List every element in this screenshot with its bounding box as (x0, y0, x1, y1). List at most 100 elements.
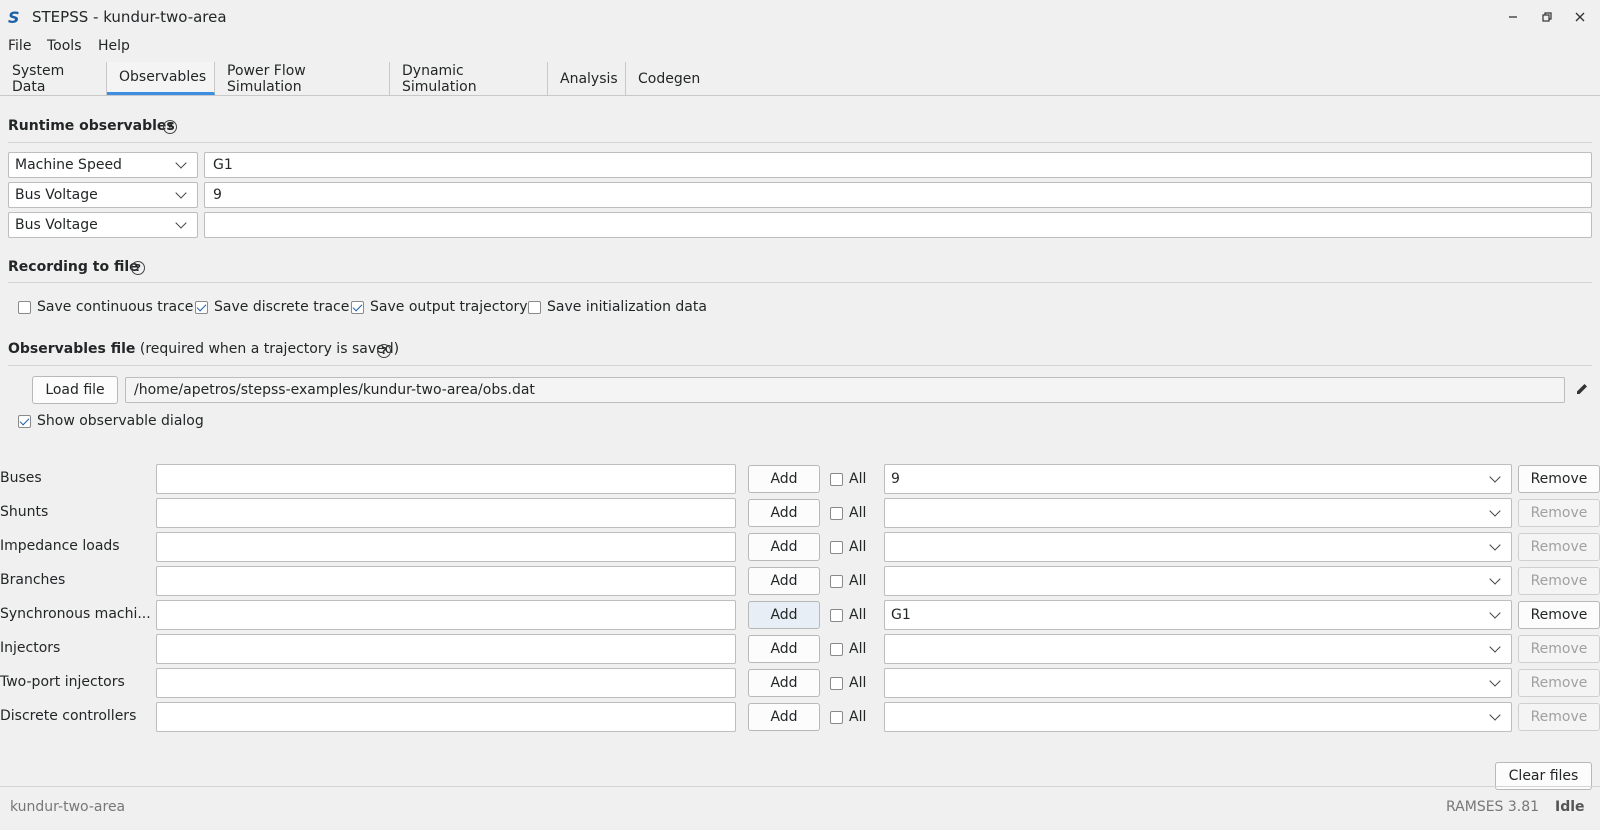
selected-elements-select-discrete-controllers[interactable] (884, 702, 1512, 732)
divider (8, 282, 1592, 283)
add-button[interactable]: Add (748, 465, 820, 493)
edit-pencil-icon[interactable] (1574, 381, 1592, 399)
checkbox-box[interactable] (830, 676, 843, 690)
menu-tools[interactable]: Tools (47, 38, 82, 54)
save-continuous-trace-checkbox[interactable]: Save continuous trace (18, 299, 193, 315)
help-icon[interactable]: ? (163, 120, 177, 134)
element-input-impedance-loads[interactable] (156, 532, 736, 562)
checkbox-box[interactable] (830, 506, 843, 520)
selected-elements-select-shunts[interactable] (884, 498, 1512, 528)
all-checkbox[interactable]: All (830, 709, 866, 725)
checkbox-label: Save discrete trace (214, 299, 350, 315)
selected-elements-select-buses[interactable]: 9 (884, 464, 1512, 494)
save-output-trajectory-checkbox[interactable]: Save output trajectory (351, 299, 528, 315)
checkbox-box[interactable] (830, 710, 843, 724)
checkbox-box[interactable] (528, 300, 541, 314)
close-icon[interactable] (1570, 7, 1590, 27)
observable-id-input-1[interactable]: G1 (204, 152, 1592, 178)
remove-button[interactable]: Remove (1518, 533, 1600, 561)
all-checkbox[interactable]: All (830, 675, 866, 691)
selected-elements-select-synchronous-machi[interactable]: G1 (884, 600, 1512, 630)
add-button[interactable]: Add (748, 533, 820, 561)
chevron-down-icon (175, 156, 187, 169)
chevron-down-icon (1489, 504, 1501, 517)
tab-dynamic-simulation[interactable]: Dynamic Simulation (390, 62, 548, 95)
all-checkbox[interactable]: All (830, 573, 866, 589)
restore-icon[interactable] (1537, 7, 1557, 27)
remove-button[interactable]: Remove (1518, 601, 1600, 629)
element-input-branches[interactable] (156, 566, 736, 596)
checkbox-box[interactable] (18, 300, 31, 314)
all-checkbox[interactable]: All (830, 505, 866, 521)
observable-type-value: Bus Voltage (15, 187, 98, 203)
checkbox-box[interactable] (830, 574, 843, 588)
element-input-injectors[interactable] (156, 634, 736, 664)
show-observable-dialog-checkbox[interactable]: Show observable dialog (18, 413, 204, 429)
tab-analysis[interactable]: Analysis (548, 62, 626, 95)
element-input-two-port-injectors[interactable] (156, 668, 736, 698)
all-checkbox[interactable]: All (830, 471, 866, 487)
menu-file[interactable]: File (8, 38, 31, 54)
checkbox-box[interactable] (830, 472, 843, 486)
add-button[interactable]: Add (748, 669, 820, 697)
checkbox-box[interactable] (351, 300, 364, 314)
element-input-discrete-controllers[interactable] (156, 702, 736, 732)
chevron-down-icon (1489, 606, 1501, 619)
save-initialization-data-checkbox[interactable]: Save initialization data (528, 299, 707, 315)
add-button[interactable]: Add (748, 703, 820, 731)
help-icon[interactable]: ? (131, 261, 145, 275)
remove-button[interactable]: Remove (1518, 567, 1600, 595)
menu-help[interactable]: Help (98, 38, 130, 54)
chevron-down-icon (1489, 640, 1501, 653)
selected-elements-select-impedance-loads[interactable] (884, 532, 1512, 562)
tab-power-flow-simulation[interactable]: Power Flow Simulation (215, 62, 390, 95)
add-button[interactable]: Add (748, 635, 820, 663)
element-input-synchronous-machi[interactable] (156, 600, 736, 630)
observables-file-title: Observables file (8, 341, 136, 357)
add-button[interactable]: Add (748, 601, 820, 629)
observable-id-input-2[interactable]: 9 (204, 182, 1592, 208)
all-checkbox[interactable]: All (830, 539, 866, 555)
selected-element-value: G1 (891, 607, 911, 623)
checkbox-label: Save continuous trace (37, 299, 194, 315)
save-discrete-trace-checkbox[interactable]: Save discrete trace (195, 299, 349, 315)
checkbox-box[interactable] (830, 642, 843, 656)
recording-title: Recording to file (8, 259, 139, 275)
checkbox-box[interactable] (830, 608, 843, 622)
checkbox-box[interactable] (18, 414, 31, 428)
minimize-icon[interactable] (1503, 7, 1523, 27)
checkbox-label: All (849, 505, 867, 521)
load-file-button[interactable]: Load file (32, 376, 118, 404)
element-input-buses[interactable] (156, 464, 736, 494)
observable-type-select-1[interactable]: Machine Speed (8, 152, 198, 178)
remove-button[interactable]: Remove (1518, 465, 1600, 493)
observable-type-select-3[interactable]: Bus Voltage (8, 212, 198, 238)
add-button[interactable]: Add (748, 499, 820, 527)
add-button[interactable]: Add (748, 567, 820, 595)
checkbox-box[interactable] (830, 540, 843, 554)
element-label-injectors: Injectors (0, 640, 61, 656)
selected-elements-select-branches[interactable] (884, 566, 1512, 596)
remove-button[interactable]: Remove (1518, 499, 1600, 527)
observables-file-subtitle: (required when a trajectory is saved) (139, 341, 400, 357)
chevron-down-icon (175, 186, 187, 199)
tab-system-data[interactable]: System Data (0, 62, 107, 95)
help-icon[interactable]: ? (377, 344, 391, 358)
checkbox-box[interactable] (195, 300, 208, 314)
selected-elements-select-two-port-injectors[interactable] (884, 668, 1512, 698)
element-input-shunts[interactable] (156, 498, 736, 528)
all-checkbox[interactable]: All (830, 607, 866, 623)
remove-button[interactable]: Remove (1518, 669, 1600, 697)
all-checkbox[interactable]: All (830, 641, 866, 657)
selected-element-value: 9 (891, 471, 900, 487)
remove-button[interactable]: Remove (1518, 635, 1600, 663)
status-state: Idle (1555, 799, 1585, 815)
observable-type-select-2[interactable]: Bus Voltage (8, 182, 198, 208)
title-bar: S STEPSS - kundur-two-area (0, 0, 1600, 34)
observable-id-input-3[interactable] (204, 212, 1592, 238)
selected-elements-select-injectors[interactable] (884, 634, 1512, 664)
tab-codegen[interactable]: Codegen (626, 62, 714, 95)
chevron-down-icon (1489, 538, 1501, 551)
remove-button[interactable]: Remove (1518, 703, 1600, 731)
tab-observables[interactable]: Observables (107, 62, 215, 95)
